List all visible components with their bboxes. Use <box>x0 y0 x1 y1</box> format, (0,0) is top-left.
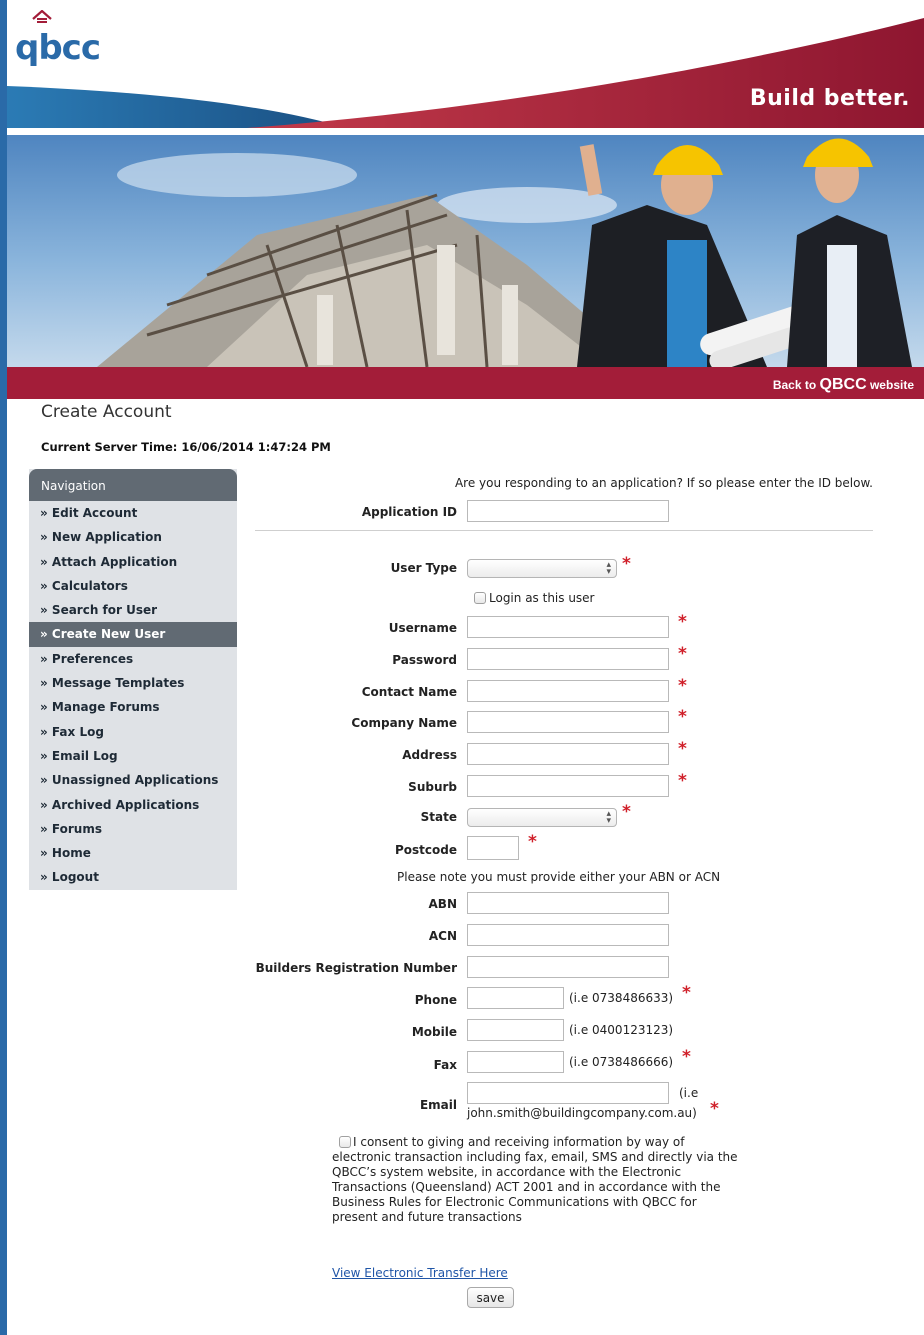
company-name-row: Company Name * <box>7 707 924 735</box>
email-label: Email <box>419 1098 457 1112</box>
select-arrows-icon: ▴ ▾ <box>606 560 611 577</box>
required-marker: * <box>710 1099 719 1119</box>
user-type-label: User Type <box>390 561 457 575</box>
required-marker: * <box>678 644 687 664</box>
suburb-label: Suburb <box>408 780 457 794</box>
server-time: Current Server Time: 16/06/2014 1:47:24 … <box>41 440 331 454</box>
back-link-brand: QBCC <box>819 376 867 393</box>
company-name-label: Company Name <box>351 716 457 730</box>
consent-text: I consent to giving and receiving inform… <box>332 1135 742 1225</box>
header-swoosh <box>7 18 924 132</box>
required-marker: * <box>678 739 687 759</box>
state-row: State ▴ ▾ * <box>7 802 924 830</box>
acn-label: ACN <box>428 929 457 943</box>
construction-photo <box>97 138 912 367</box>
required-marker: * <box>678 707 687 727</box>
application-id-input[interactable] <box>467 500 669 522</box>
application-intro-text: Are you responding to an application? If… <box>454 476 873 490</box>
nav-item-logout[interactable]: » Logout <box>29 865 237 889</box>
back-link-suffix: website <box>866 378 914 392</box>
contact-name-label: Contact Name <box>361 685 457 699</box>
user-type-row: User Type ▴ ▾ * <box>7 554 924 582</box>
fax-row: Fax (i.e 0738486666) * <box>7 1047 924 1075</box>
abn-input[interactable] <box>467 892 669 914</box>
form-divider <box>255 530 873 531</box>
password-row: Password * <box>7 644 924 672</box>
application-id-label: Application ID <box>361 505 457 519</box>
email-row: Email (i.e john.smith@buildingcompany.co… <box>7 1082 924 1126</box>
email-hint-1: (i.e <box>679 1086 699 1100</box>
mobile-input[interactable] <box>467 1019 564 1041</box>
username-row: Username * <box>7 612 924 640</box>
nav-item-new-application[interactable]: » New Application <box>29 525 237 549</box>
builders-registration-row: Builders Registration Number <box>7 956 924 980</box>
fax-hint: (i.e 0738486666) <box>569 1055 674 1069</box>
required-marker: * <box>678 612 687 632</box>
top-nav-bar: Back to QBCC website <box>7 367 924 399</box>
contact-name-input[interactable] <box>467 680 669 702</box>
phone-input[interactable] <box>467 987 564 1009</box>
phone-row: Phone (i.e 0738486633) * <box>7 983 924 1011</box>
required-marker: * <box>528 832 537 852</box>
select-arrows-icon: ▴ ▾ <box>606 809 611 826</box>
required-marker: * <box>678 676 687 696</box>
required-marker: * <box>678 771 687 791</box>
suburb-input[interactable] <box>467 775 669 797</box>
builders-registration-label: Builders Registration Number <box>255 961 457 975</box>
fax-label: Fax <box>433 1058 457 1072</box>
abn-label: ABN <box>428 897 457 911</box>
required-marker: * <box>622 554 631 574</box>
postcode-input[interactable] <box>467 836 519 860</box>
suburb-row: Suburb * <box>7 771 924 799</box>
acn-input[interactable] <box>467 924 669 946</box>
address-label: Address <box>402 748 457 762</box>
abn-row: ABN <box>7 892 924 916</box>
state-label: State <box>420 810 457 824</box>
address-input[interactable] <box>467 743 669 765</box>
mobile-row: Mobile (i.e 0400123123) <box>7 1019 924 1043</box>
back-to-qbcc-link[interactable]: Back to QBCC website <box>773 376 914 394</box>
required-marker: * <box>682 1047 691 1067</box>
required-marker: * <box>682 983 691 1003</box>
site-header: qbcc Build better. <box>7 0 924 132</box>
required-marker: * <box>622 802 631 822</box>
company-name-input[interactable] <box>467 711 669 733</box>
password-input[interactable] <box>467 648 669 670</box>
mobile-hint: (i.e 0400123123) <box>569 1023 674 1037</box>
logo-text: qbcc <box>15 28 101 68</box>
password-label: Password <box>392 653 457 667</box>
username-input[interactable] <box>467 616 669 638</box>
tagline: Build better. <box>749 86 910 111</box>
postcode-label: Postcode <box>394 843 457 857</box>
login-as-row: Login as this user <box>7 590 924 614</box>
postcode-row: Postcode * <box>7 832 924 860</box>
login-as-checkbox[interactable] <box>474 592 486 604</box>
phone-hint: (i.e 0738486633) <box>569 991 674 1005</box>
mobile-label: Mobile <box>411 1025 457 1039</box>
phone-label: Phone <box>414 993 457 1007</box>
back-link-prefix: Back to <box>772 378 820 392</box>
abn-acn-note: Please note you must provide either your… <box>397 870 721 884</box>
email-hint-2: john.smith@buildingcompany.com.au) <box>467 1106 697 1120</box>
hero-banner-image <box>7 135 924 367</box>
fax-input[interactable] <box>467 1051 564 1073</box>
contact-name-row: Contact Name * <box>7 676 924 704</box>
navigation-heading: Navigation <box>29 469 237 501</box>
email-input[interactable] <box>467 1082 669 1104</box>
acn-row: ACN <box>7 924 924 948</box>
user-type-select[interactable]: ▴ ▾ <box>467 559 617 578</box>
application-id-row: Application ID <box>7 500 924 524</box>
login-as-label: Login as this user <box>489 591 595 605</box>
house-icon <box>32 10 52 23</box>
state-select[interactable]: ▴ ▾ <box>467 808 617 827</box>
address-row: Address * <box>7 739 924 767</box>
username-label: Username <box>388 621 457 635</box>
consent-paragraph: I consent to giving and receiving inform… <box>332 1135 738 1224</box>
page-title: Create Account <box>41 402 172 422</box>
page-frame: qbcc Build better. Back to QBCC website … <box>7 0 924 1335</box>
view-electronic-transfer-link[interactable]: View Electronic Transfer Here <box>332 1266 508 1280</box>
builders-registration-input[interactable] <box>467 956 669 978</box>
qbcc-logo[interactable]: qbcc <box>15 10 101 68</box>
save-button[interactable]: save <box>467 1287 514 1308</box>
